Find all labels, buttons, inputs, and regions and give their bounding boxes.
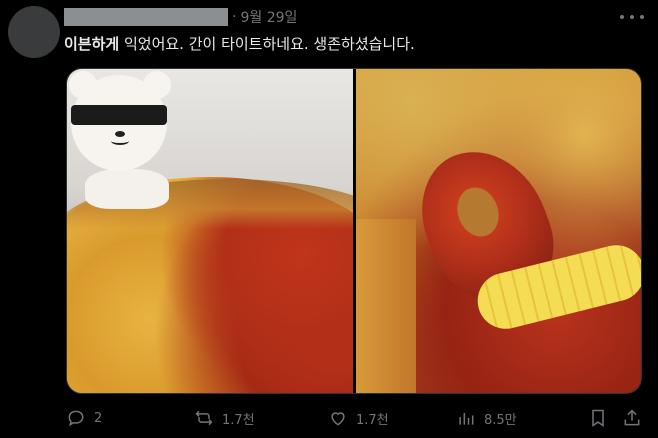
repost-button[interactable]: 1.7천 [194, 406, 255, 430]
media-grid [66, 68, 642, 394]
repost-icon [195, 410, 213, 426]
plush-blindfold [71, 105, 167, 125]
like-count: 1.7천 [356, 412, 389, 428]
tweet-header: · 9월 29일 [64, 6, 297, 28]
photo-pizza-closeup[interactable] [355, 69, 641, 393]
reply-icon [68, 410, 84, 427]
views-button[interactable]: 8.5만 [456, 406, 517, 430]
post-text-bold: 이븐하게 [64, 35, 120, 53]
author-name-redacted[interactable] [64, 8, 228, 26]
bookmark-icon [592, 409, 604, 427]
view-count: 8.5만 [484, 412, 517, 428]
photo-pizza-with-plush[interactable] [67, 69, 353, 393]
plush-body [85, 169, 169, 209]
like-button[interactable]: 1.7천 [328, 406, 389, 430]
repost-count: 1.7천 [222, 412, 255, 428]
bookmark-button[interactable] [588, 406, 608, 430]
tweet[interactable]: · 9월 29일 이븐하게 익었어요. 간이 타이트하네요. 생존하셨습니다. [0, 0, 658, 438]
heart-icon [331, 412, 345, 426]
action-bar: 2 1.7천 1.7천 8.5만 [66, 406, 642, 430]
separator-dot: · [232, 9, 237, 25]
views-chart-icon [459, 413, 474, 425]
share-button[interactable] [622, 406, 642, 430]
post-text: 이븐하게 익었어요. 간이 타이트하네요. 생존하셨습니다. [64, 33, 415, 55]
share-icon [624, 409, 640, 426]
plush-mouth [111, 137, 129, 145]
avatar[interactable] [8, 6, 60, 58]
post-time[interactable]: 9월 29일 [240, 7, 297, 27]
post-text-rest: 익었어요. 간이 타이트하네요. 생존하셨습니다. [119, 35, 415, 53]
reply-button[interactable]: 2 [66, 406, 102, 430]
pizza-crust [355, 219, 416, 393]
reply-count: 2 [94, 410, 103, 426]
more-options-icon[interactable] [620, 8, 644, 26]
